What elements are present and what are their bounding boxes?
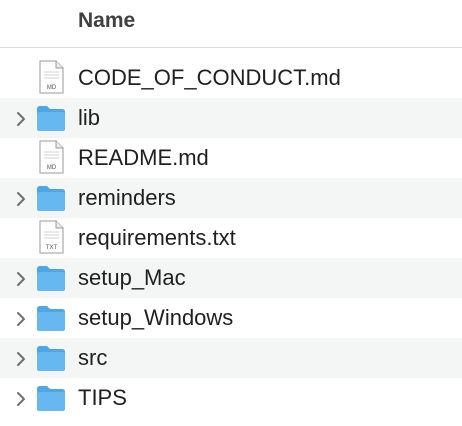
file-row[interactable]: MD README.md (0, 138, 462, 178)
file-row[interactable]: MD CODE_OF_CONDUCT.md (0, 58, 462, 98)
folder-icon (37, 386, 65, 411)
folder-name: reminders (78, 185, 176, 210)
chevron-right-icon[interactable] (12, 390, 30, 408)
folder-name: TIPS (78, 385, 127, 410)
folder-icon (37, 186, 65, 211)
txt-file-icon: TXT (39, 220, 64, 254)
svg-text:MD: MD (47, 165, 57, 171)
svg-text:TXT: TXT (46, 245, 58, 251)
file-name: requirements.txt (78, 225, 236, 250)
folder-row[interactable]: lib (0, 98, 462, 138)
folder-row[interactable]: src (0, 338, 462, 378)
finder-list-view: Name MD CODE_OF_CONDUCT.md lib MD README… (0, 0, 462, 426)
folder-name: src (78, 345, 108, 370)
chevron-right-icon[interactable] (12, 190, 30, 208)
folder-name: setup_Mac (78, 265, 186, 290)
folder-row[interactable]: TIPS (0, 378, 462, 418)
folder-row[interactable]: setup_Mac (0, 258, 462, 298)
folder-row[interactable]: reminders (0, 178, 462, 218)
folder-icon (37, 306, 65, 331)
folder-icon (37, 106, 65, 131)
folder-row[interactable]: setup_Windows (0, 298, 462, 338)
md-file-icon: MD (39, 140, 64, 174)
folder-name: lib (78, 105, 101, 130)
folder-name: setup_Windows (78, 305, 234, 330)
file-name: README.md (78, 145, 209, 170)
md-file-icon: MD (39, 60, 64, 94)
chevron-right-icon[interactable] (12, 110, 30, 128)
chevron-right-icon[interactable] (12, 270, 30, 288)
name-column-header[interactable]: Name (78, 9, 135, 33)
svg-text:MD: MD (47, 85, 57, 91)
folder-icon (37, 346, 65, 371)
file-name: CODE_OF_CONDUCT.md (78, 65, 341, 90)
file-row[interactable]: TXT requirements.txt (0, 218, 462, 258)
folder-icon (37, 266, 65, 291)
file-list: MD CODE_OF_CONDUCT.md lib MD README.md r… (0, 58, 462, 418)
chevron-right-icon[interactable] (12, 350, 30, 368)
chevron-right-icon[interactable] (12, 310, 30, 328)
column-header: Name (0, 0, 462, 48)
